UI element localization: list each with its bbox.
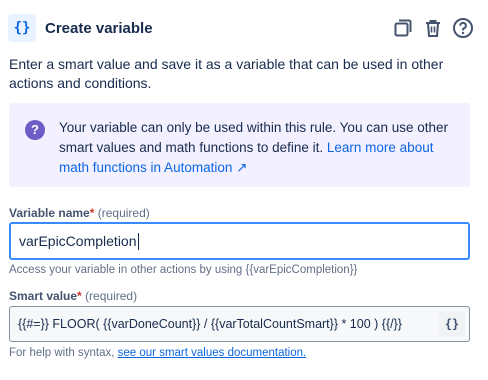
smart-value-label-text: Smart value: [9, 289, 78, 303]
required-marker: *: [89, 206, 95, 220]
variable-name-label: Variable name* (required): [9, 206, 150, 220]
smart-value-label: Smart value* (required): [9, 289, 137, 303]
header-actions: [392, 17, 474, 39]
variable-name-help: Access your variable in other actions by…: [9, 264, 358, 276]
description-text: Enter a smart value and save it as a var…: [9, 56, 444, 91]
required-text: (required): [97, 206, 150, 220]
smart-value-value: {{#=}} FLOOR( {{varDoneCount}} / {{varTo…: [18, 317, 402, 331]
info-panel: ? Your variable can only be used within …: [9, 103, 470, 187]
required-text: (required): [85, 289, 138, 303]
copy-icon[interactable]: [392, 17, 414, 39]
variable-name-value: varEpicCompletion: [19, 233, 137, 249]
smart-value-help-text: For help with syntax,: [9, 347, 118, 359]
smart-value-input[interactable]: {{#=}} FLOOR( {{varDoneCount}} / {{varTo…: [9, 306, 470, 342]
page-title: Create variable: [45, 19, 153, 37]
smart-values-docs-link[interactable]: see our smart values documentation.: [118, 347, 307, 359]
smart-value-picker-button[interactable]: {}: [439, 311, 465, 337]
variable-name-input[interactable]: varEpicCompletion: [9, 222, 470, 260]
dialog-header: {} Create variable: [8, 12, 474, 44]
smart-value-help: For help with syntax, see our smart valu…: [9, 347, 306, 359]
required-marker: *: [77, 289, 82, 303]
curly-braces-icon: {}: [8, 14, 36, 42]
variable-name-label-text: Variable name: [9, 206, 90, 220]
trash-icon[interactable]: [422, 17, 444, 39]
help-icon[interactable]: [452, 17, 474, 39]
text-caret: [137, 232, 139, 250]
question-icon: ?: [25, 120, 45, 140]
